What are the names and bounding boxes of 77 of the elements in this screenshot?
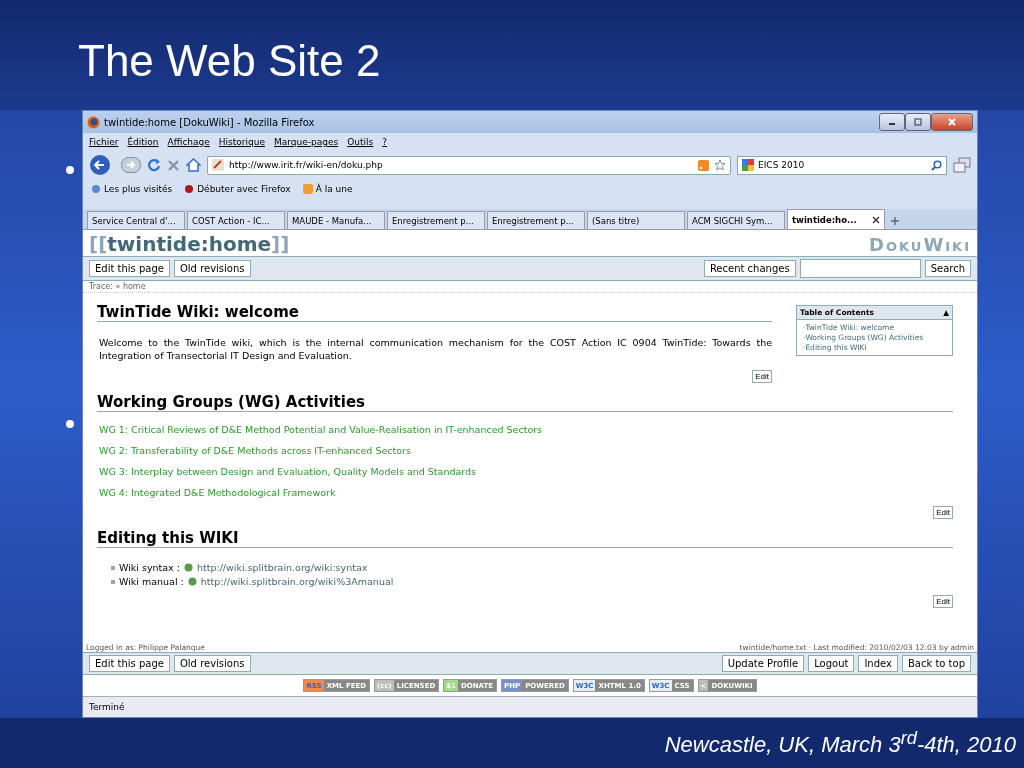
- bullet-icon: [111, 565, 115, 570]
- menu-item[interactable]: ?: [382, 137, 387, 147]
- browser-tab[interactable]: Enregistrement p...: [487, 211, 585, 229]
- search-button[interactable]: Search: [924, 260, 971, 277]
- toolbar-button[interactable]: Edit this page: [89, 260, 170, 277]
- close-button[interactable]: [931, 113, 973, 131]
- toolbar-button[interactable]: Update Profile: [721, 655, 805, 672]
- toolbar-button[interactable]: Logout: [808, 655, 855, 672]
- wiki-link[interactable]: WG 4: Integrated D&E Methodological Framework: [99, 487, 951, 498]
- wiki-title[interactable]: [[twintide:home]]: [89, 232, 290, 256]
- bullet-icon: [66, 166, 74, 174]
- browser-tab[interactable]: (Sans titre): [587, 211, 685, 229]
- minimize-button[interactable]: [879, 113, 905, 131]
- list-label: Wiki syntax :: [119, 562, 180, 573]
- reload-icon[interactable]: [147, 158, 161, 172]
- firefox-icon: [87, 115, 100, 129]
- slide-title: The Web Site 2: [78, 36, 381, 86]
- search-icon[interactable]: [931, 159, 942, 171]
- external-link[interactable]: http://wiki.splitbrain.org/wiki:syntax: [196, 562, 368, 573]
- breadcrumb: Trace: » home: [83, 281, 977, 293]
- section-heading: TwinTide Wiki: welcome: [97, 293, 772, 322]
- address-field[interactable]: http://www.irit.fr/wiki-en/doku.php: [207, 155, 731, 175]
- bookmark-icon: [184, 184, 195, 194]
- toolbar-button[interactable]: Recent changes: [703, 260, 796, 277]
- paragraph: Welcome to the TwinTide wiki, which is the internal communication mechanism for the COST Action IC 0904 TwinTide: Towards the Integration of Transectorial IT Design and Evaluation.: [98, 336, 772, 362]
- star-icon[interactable]: [714, 159, 726, 171]
- section-heading: Working Groups (WG) Activities: [97, 383, 953, 412]
- section-heading: Editing this WIKI: [97, 519, 953, 548]
- bullet-icon: [111, 579, 115, 584]
- menu-item[interactable]: Outils: [347, 137, 374, 147]
- bookmark-icon: [91, 184, 101, 194]
- close-tab-icon[interactable]: [872, 215, 880, 224]
- edit-button[interactable]: Edit: [752, 370, 772, 383]
- maximize-icon: [914, 118, 922, 126]
- bullet-icon: [66, 420, 74, 428]
- bookmark-link[interactable]: À la une: [300, 183, 355, 195]
- wiki-link[interactable]: WG 2: Transferability of D&E Methods across IT-enhanced Sectors: [99, 445, 951, 456]
- wiki-link[interactable]: WG 3: Interplay between Design and Evaluation, Quality Models and Standards: [99, 466, 951, 477]
- wiki-logo: DokuWiki: [869, 233, 971, 255]
- toolbar-button[interactable]: Old revisions: [173, 260, 251, 277]
- wiki-search-field[interactable]: [799, 259, 921, 278]
- windows-icon[interactable]: [953, 157, 971, 173]
- maximize-button[interactable]: [905, 113, 931, 131]
- menu-item[interactable]: Marque-pages: [274, 137, 339, 147]
- list-label: Wiki manual :: [119, 576, 184, 587]
- wiki-link[interactable]: WG 1: Critical Reviews of D&E Method Potential and Value-Realisation in IT-enhanced Sectors: [99, 424, 951, 435]
- toolbar-button[interactable]: Index: [858, 655, 898, 672]
- browser-tab[interactable]: Service Central d'...: [87, 211, 185, 229]
- edit-button[interactable]: Edit: [933, 506, 953, 519]
- menu-item[interactable]: Fichier: [89, 137, 119, 147]
- rss-icon[interactable]: [698, 159, 709, 171]
- google-icon: [742, 159, 754, 171]
- forward-icon[interactable]: [121, 157, 141, 173]
- menu-item[interactable]: Édition: [127, 137, 159, 147]
- window-title: twintide:home [DokuWiki] - Mozilla Firefox: [104, 116, 316, 128]
- page-icon: [212, 159, 224, 171]
- browser-tab[interactable]: twintide:ho...: [787, 209, 885, 229]
- bookmark-link[interactable]: Débuter avec Firefox: [182, 183, 293, 195]
- close-icon: [948, 118, 956, 126]
- home-icon[interactable]: [186, 158, 201, 172]
- browser-tab[interactable]: COST Action - IC...: [187, 211, 285, 229]
- edit-button[interactable]: Edit: [933, 595, 953, 608]
- stop-icon[interactable]: [167, 158, 180, 172]
- menu-item[interactable]: Affichage: [167, 137, 210, 147]
- search-field[interactable]: EICS 2010: [737, 155, 947, 175]
- browser-tab[interactable]: ACM SIGCHI Sym...: [687, 211, 785, 229]
- external-link[interactable]: http://wiki.splitbrain.org/wiki%3Amanual: [200, 576, 394, 587]
- browser-tab[interactable]: Enregistrement p...: [387, 211, 485, 229]
- menu-item[interactable]: Historique: [218, 137, 265, 147]
- toolbar-button[interactable]: Old revisions: [173, 655, 251, 672]
- status-text: Terminé: [89, 702, 125, 712]
- bookmark-link[interactable]: Les plus visités: [89, 183, 175, 195]
- rss-icon: [302, 184, 313, 194]
- toolbar-button[interactable]: Edit this page: [89, 655, 170, 672]
- slide-footer: Newcastle, UK, March 3$^{rd}$-4th, 2010: [664, 727, 1016, 759]
- browser-tab[interactable]: MAUDE - Manufa...: [287, 211, 385, 229]
- toolbar-button[interactable]: Back to top: [901, 655, 971, 672]
